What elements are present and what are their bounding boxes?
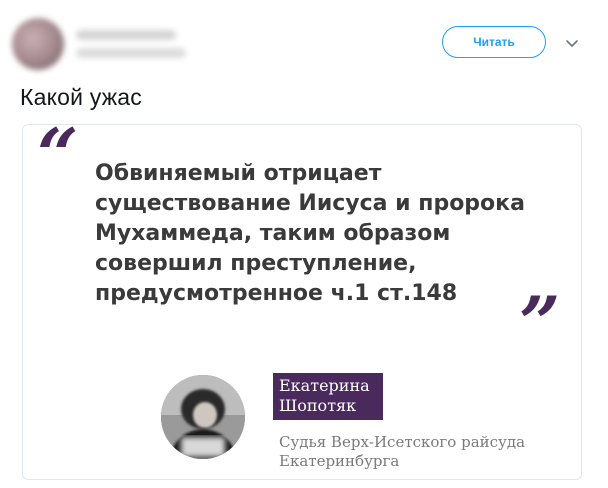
close-quote-icon: ” xyxy=(519,280,561,365)
caption-line-2: Екатеринбурга xyxy=(279,452,400,470)
open-quote-icon: “ xyxy=(37,124,79,197)
judge-first-name: Екатерина xyxy=(279,376,370,395)
tweet-text: Какой ужас xyxy=(20,84,142,110)
tweet-header: Читать xyxy=(0,0,608,80)
avatar[interactable] xyxy=(12,18,64,70)
judge-caption: Судья Верх-Исетского райсуда Екатеринбур… xyxy=(279,433,579,471)
author-handle-blurred[interactable] xyxy=(76,48,186,58)
chevron-down-icon[interactable] xyxy=(562,34,582,54)
caption-line-1: Судья Верх-Исетского райсуда xyxy=(279,433,526,451)
tweet-media-image[interactable]: “ Обвиняемый отрицает существование Иису… xyxy=(22,124,582,480)
judge-last-name: Шопотяк xyxy=(279,396,357,415)
author-name-blurred[interactable] xyxy=(76,30,176,40)
follow-button[interactable]: Читать xyxy=(442,26,546,58)
judge-name-label: Екатерина Шопотяк xyxy=(273,373,383,420)
quote-text: Обвиняемый отрицает существование Иисуса… xyxy=(95,161,525,306)
judge-photo xyxy=(161,375,245,459)
